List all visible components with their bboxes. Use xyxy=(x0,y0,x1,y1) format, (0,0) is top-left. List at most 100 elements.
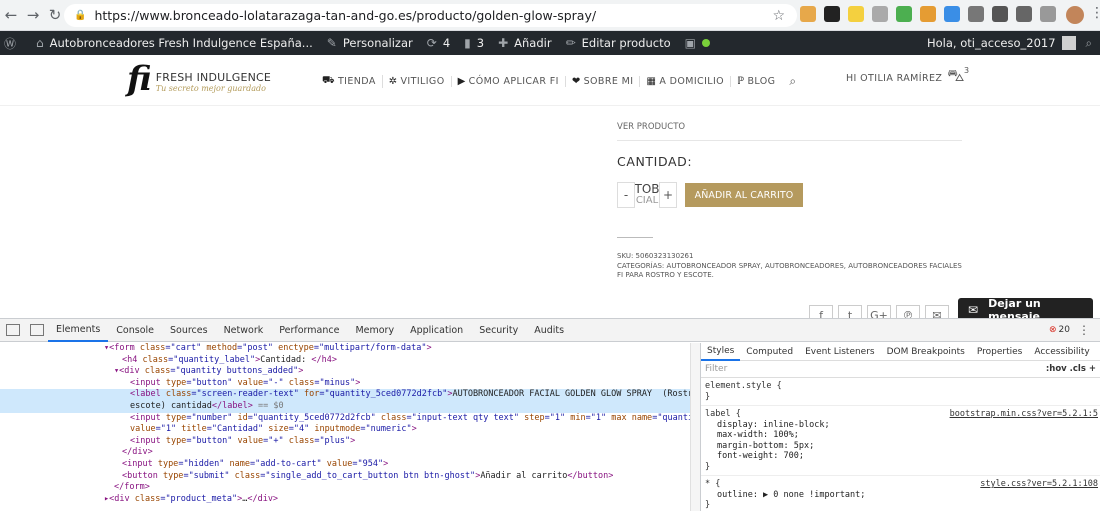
admin-customize[interactable]: ✎ Personalizar xyxy=(327,36,413,50)
dom-node[interactable]: ▸<div class="product_meta">…</div> xyxy=(0,494,690,506)
extension-icon[interactable] xyxy=(944,6,960,22)
error-icon: ⊗ xyxy=(1049,325,1057,335)
bookmark-star-icon[interactable]: ☆ xyxy=(772,8,785,24)
admin-comments[interactable]: ▮ 3 xyxy=(464,36,484,50)
profile-avatar[interactable] xyxy=(1066,6,1084,24)
dom-node[interactable]: <input type="button" value="-" class="mi… xyxy=(0,378,690,390)
nav-item-sobre-mi[interactable]: ❤ SOBRE MI xyxy=(566,76,641,87)
tab-application[interactable]: Application xyxy=(402,319,471,342)
extension-icon[interactable] xyxy=(1016,6,1032,22)
categories-label: CATEGORÍAS: xyxy=(617,261,665,270)
nav-item-a-domicilio[interactable]: ▦ A DOMICILIO xyxy=(640,76,732,87)
star-rule-source-link[interactable]: style.css?ver=5.2.1:108 xyxy=(980,479,1098,490)
admin-greeting[interactable]: Hola, oti_acceso_2017 xyxy=(927,36,1056,50)
admin-seo[interactable]: ▣ xyxy=(685,36,710,50)
dom-node[interactable]: </form> xyxy=(0,482,690,494)
dom-node[interactable]: </div> xyxy=(0,447,690,459)
tab-properties[interactable]: Properties xyxy=(971,347,1028,357)
search-icon[interactable]: ⌕ xyxy=(789,74,796,89)
dom-node[interactable]: <input type="number" id="quantity_5ced07… xyxy=(0,413,690,425)
tab-security[interactable]: Security xyxy=(471,319,526,342)
categories-links[interactable]: AUTOBRONCEADOR SPRAY, AUTOBRONCEADORES, … xyxy=(617,262,962,280)
back-icon[interactable]: ← xyxy=(0,4,22,26)
tab-console[interactable]: Console xyxy=(108,319,162,342)
tab-elements[interactable]: Elements xyxy=(48,319,109,342)
qty-plus-button[interactable]: + xyxy=(659,182,677,208)
forward-icon[interactable]: → xyxy=(22,4,44,26)
error-badge[interactable]: ⊗ 20 xyxy=(1049,325,1070,335)
dom-node[interactable]: <button type="submit" class="single_add_… xyxy=(0,471,690,483)
extension-icon[interactable] xyxy=(824,6,840,22)
label-style-rule[interactable]: label { bootstrap.min.css?ver=5.2.1:5 di… xyxy=(701,406,1100,476)
nav-item-como-aplicar[interactable]: ▶ CÓMO APLICAR FI xyxy=(452,76,566,87)
label-rule-source-link[interactable]: bootstrap.min.css?ver=5.2.1:5 xyxy=(950,409,1098,420)
updates-icon: ⟳ xyxy=(426,36,437,50)
extension-icon[interactable] xyxy=(896,6,912,22)
dashboard-icon: ⌂ xyxy=(36,36,44,50)
devtools-menu-icon[interactable]: ⋮ xyxy=(1078,323,1090,337)
cart-icon[interactable]: ⛍ xyxy=(947,66,965,88)
device-toggle-icon[interactable] xyxy=(30,324,44,336)
tab-network[interactable]: Network xyxy=(216,319,272,342)
styles-tabs: Styles Computed Event Listeners DOM Brea… xyxy=(701,343,1100,361)
add-to-cart-button[interactable]: AÑADIR AL CARRITO xyxy=(685,183,803,207)
quantity-label: CANTIDAD: xyxy=(617,154,693,169)
dom-node[interactable]: <h4 class="quantity_label">Cantidad: </h… xyxy=(0,355,690,367)
tab-event-listeners[interactable]: Event Listeners xyxy=(799,347,881,357)
view-product-link[interactable]: VER PRODUCTO xyxy=(617,122,685,132)
sku: SKU: 5060323130261 xyxy=(617,252,694,260)
dom-node-selected-cont[interactable]: escote) cantidad</label> == $0 xyxy=(0,400,690,413)
admin-updates[interactable]: ⟳ 4 xyxy=(427,36,450,50)
quantity-input[interactable]: TOB CIAL xyxy=(635,182,659,208)
admin-site-name[interactable]: ⌂ Autobronceadores Fresh Indulgence Españ… xyxy=(36,36,313,50)
admin-avatar[interactable] xyxy=(1061,36,1076,50)
address-bar[interactable]: 🔒 https://www.bronceado-lolatarazaga-tan… xyxy=(64,4,797,27)
element-style-rule[interactable]: element.style { } xyxy=(701,378,1100,406)
tab-accessibility[interactable]: Accessibility xyxy=(1028,347,1095,357)
styles-filter-input[interactable]: Filter :hov .cls + xyxy=(701,361,1100,378)
tab-audits[interactable]: Audits xyxy=(526,319,572,342)
tab-styles[interactable]: Styles xyxy=(701,343,741,361)
elements-scrollbar[interactable] xyxy=(690,343,700,511)
dom-node[interactable]: ▾<div class="quantity buttons_added"> xyxy=(0,366,690,378)
filter-options[interactable]: :hov .cls + xyxy=(1046,364,1096,374)
nav-item-tienda[interactable]: ⛟ TIENDA xyxy=(316,75,383,88)
reload-icon[interactable]: ↻ xyxy=(44,4,66,26)
pin-icon: ℙ xyxy=(737,76,745,87)
nav-item-blog[interactable]: ℙ BLOG xyxy=(731,76,781,87)
tab-computed[interactable]: Computed xyxy=(740,347,799,357)
divider xyxy=(617,237,653,238)
admin-search-icon[interactable]: ⌕ xyxy=(1086,36,1092,51)
tab-dom-breakpoints[interactable]: DOM Breakpoints xyxy=(881,347,971,357)
extension-icon[interactable] xyxy=(1040,6,1056,22)
tab-sources[interactable]: Sources xyxy=(162,319,216,342)
dom-node-selected[interactable]: <label class="screen-reader-text" for="q… xyxy=(0,389,690,401)
shop-icon: ⛟ xyxy=(322,75,335,86)
elements-tree[interactable]: ▾<form class="cart" method="post" enctyp… xyxy=(0,343,690,511)
universal-style-rule[interactable]: * { style.css?ver=5.2.1:108 outline: ▶ 0… xyxy=(701,476,1100,511)
dom-node[interactable]: <input type="hidden" name="add-to-cart" … xyxy=(0,459,690,471)
browser-menu-icon[interactable]: ⋮ xyxy=(1090,5,1100,21)
admin-edit-product[interactable]: ✏ Editar producto xyxy=(566,36,671,50)
dom-node[interactable]: ▾<form class="cart" method="post" enctyp… xyxy=(0,343,690,355)
tab-memory[interactable]: Memory xyxy=(347,319,402,342)
extension-icon[interactable] xyxy=(992,6,1008,22)
dom-node-cont[interactable]: value="1" title="Cantidad" size="4" inpu… xyxy=(0,424,690,436)
extension-icon[interactable] xyxy=(872,6,888,22)
qty-minus-button[interactable]: - xyxy=(617,182,635,208)
nav-item-vitiligo[interactable]: ✲ VITILIGO xyxy=(383,76,452,87)
site-logo[interactable]: fi FRESH INDULGENCE Tu secreto mejor gua… xyxy=(127,62,271,96)
extension-icons xyxy=(800,6,1056,22)
admin-new[interactable]: ✚ Añadir xyxy=(498,36,552,50)
extension-icon[interactable] xyxy=(848,6,864,22)
devtools-tabs: Elements Console Sources Network Perform… xyxy=(0,319,1100,342)
extension-icon[interactable] xyxy=(920,6,936,22)
tab-performance[interactable]: Performance xyxy=(271,319,347,342)
wp-logo-icon[interactable]: Ⓦ xyxy=(4,35,22,52)
logo-tagline: Tu secreto mejor guardado xyxy=(155,84,266,93)
dom-node[interactable]: <input type="button" value="+" class="pl… xyxy=(0,436,690,448)
user-greeting[interactable]: HI OTILIA RAMÍREZ xyxy=(846,73,942,84)
inspect-icon[interactable] xyxy=(6,324,20,336)
extension-icon[interactable] xyxy=(968,6,984,22)
extension-icon[interactable] xyxy=(800,6,816,22)
